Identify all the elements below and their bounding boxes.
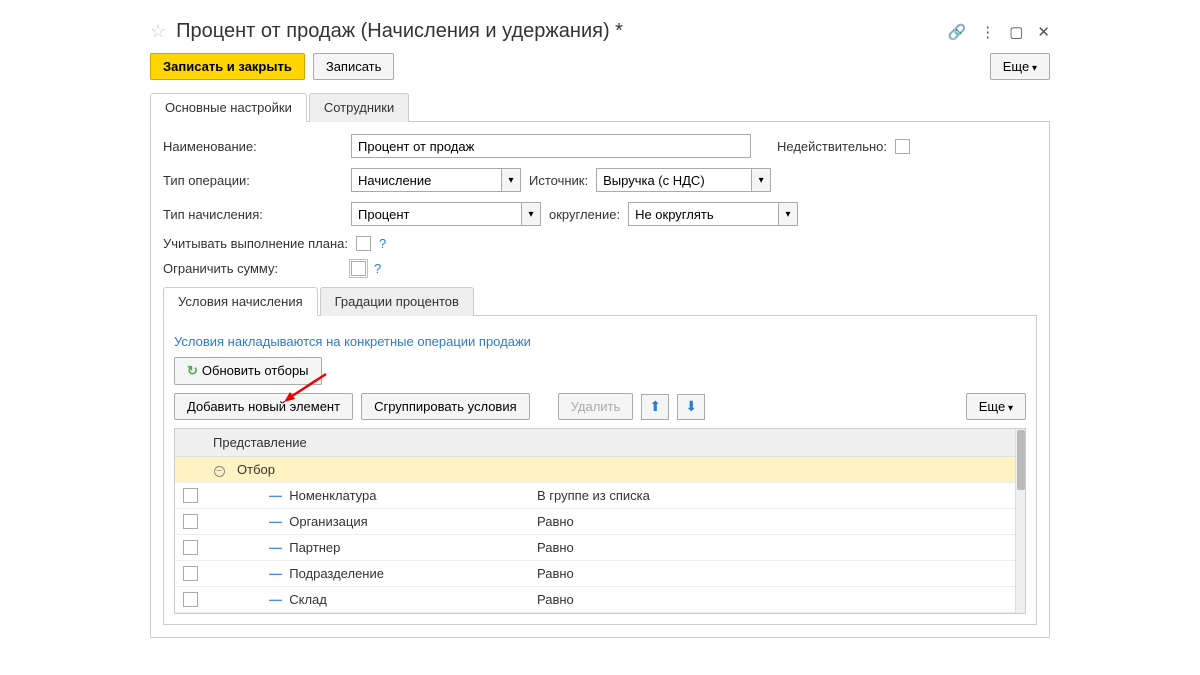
table-row[interactable]: — Организация Равно: [175, 509, 1025, 535]
link-icon[interactable]: 🔗: [948, 23, 967, 41]
row-checkbox[interactable]: [183, 540, 198, 555]
more-button[interactable]: Еще: [990, 53, 1050, 80]
rounding-dropdown-button[interactable]: ▾: [778, 202, 798, 226]
dash-icon: —: [269, 592, 282, 607]
table-row[interactable]: — Склад Равно: [175, 587, 1025, 613]
rounding-input[interactable]: [628, 202, 778, 226]
move-up-button[interactable]: ⬆: [641, 394, 669, 420]
limit-label: Ограничить сумму:: [163, 261, 343, 276]
calctype-dropdown-button[interactable]: ▾: [521, 202, 541, 226]
conditions-more-button[interactable]: Еще: [966, 393, 1026, 420]
tab-conditions[interactable]: Условия начисления: [163, 287, 318, 316]
dash-icon: —: [269, 540, 282, 555]
save-and-close-button[interactable]: Записать и закрыть: [150, 53, 305, 80]
invalid-checkbox[interactable]: [895, 139, 910, 154]
row-checkbox[interactable]: [183, 514, 198, 529]
table-group-row[interactable]: − Отбор: [175, 457, 1025, 483]
limit-help-icon[interactable]: ?: [374, 261, 381, 276]
maximize-icon[interactable]: ▢: [1009, 23, 1023, 41]
add-element-button[interactable]: Добавить новый элемент: [174, 393, 353, 420]
dash-icon: —: [269, 514, 282, 529]
row-checkbox[interactable]: [183, 592, 198, 607]
kebab-menu-icon[interactable]: ⋮: [980, 23, 995, 41]
limit-checkbox[interactable]: [351, 261, 366, 276]
rounding-label: округление:: [549, 207, 620, 222]
source-label: Источник:: [529, 173, 588, 188]
table-row[interactable]: — Подразделение Равно: [175, 561, 1025, 587]
plan-label: Учитывать выполнение плана:: [163, 236, 348, 251]
calctype-label: Тип начисления:: [163, 207, 343, 222]
row-checkbox[interactable]: [183, 566, 198, 581]
tab-main-settings[interactable]: Основные настройки: [150, 93, 307, 122]
tab-employees[interactable]: Сотрудники: [309, 93, 409, 122]
source-dropdown-button[interactable]: ▾: [751, 168, 771, 192]
source-input[interactable]: [596, 168, 751, 192]
move-down-button[interactable]: ⬇: [677, 394, 705, 420]
dash-icon: —: [269, 488, 282, 503]
optype-dropdown-button[interactable]: ▾: [501, 168, 521, 192]
plan-checkbox[interactable]: [356, 236, 371, 251]
table-row[interactable]: — Партнер Равно: [175, 535, 1025, 561]
delete-button[interactable]: Удалить: [558, 393, 634, 420]
calctype-input[interactable]: [351, 202, 521, 226]
name-label: Наименование:: [163, 139, 343, 154]
invalid-label: Недействительно:: [777, 139, 887, 154]
table-row[interactable]: — Номенклатура В группе из списка: [175, 483, 1025, 509]
close-icon[interactable]: ✕: [1037, 23, 1050, 41]
refresh-filters-button[interactable]: ↻Обновить отборы: [174, 357, 322, 385]
save-button[interactable]: Записать: [313, 53, 395, 80]
plan-help-icon[interactable]: ?: [379, 236, 386, 251]
page-title: Процент от продаж (Начисления и удержани…: [176, 20, 937, 43]
optype-label: Тип операции:: [163, 173, 343, 188]
refresh-icon: ↻: [187, 363, 198, 378]
favorite-star-icon[interactable]: ☆: [150, 21, 166, 42]
dash-icon: —: [269, 566, 282, 581]
tab-gradations[interactable]: Градации процентов: [320, 287, 474, 316]
table-header: Представление: [175, 429, 1025, 457]
conditions-hint: Условия накладываются на конкретные опер…: [174, 334, 1026, 349]
optype-input[interactable]: [351, 168, 501, 192]
table-scrollbar[interactable]: [1015, 429, 1025, 613]
row-checkbox[interactable]: [183, 488, 198, 503]
collapse-icon[interactable]: −: [214, 466, 225, 477]
group-conditions-button[interactable]: Сгруппировать условия: [361, 393, 530, 420]
name-input[interactable]: [351, 134, 751, 158]
